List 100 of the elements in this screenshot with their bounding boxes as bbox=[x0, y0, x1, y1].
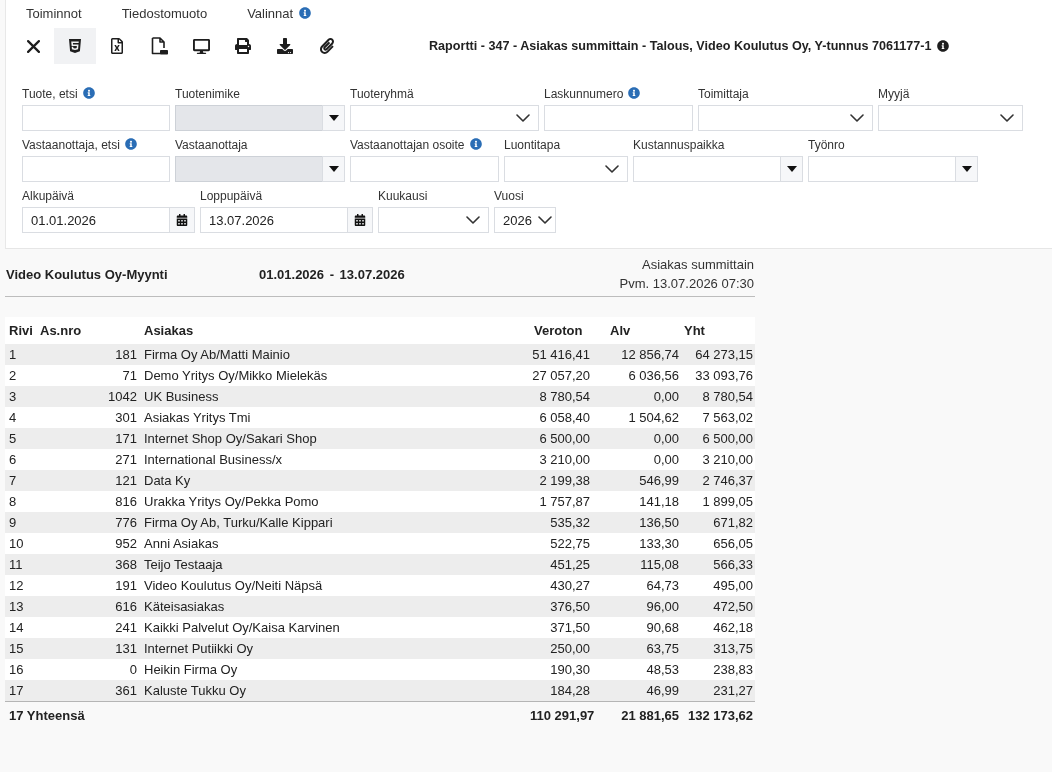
printer-icon bbox=[235, 38, 251, 54]
date-range: 01.01.2026 - 13.07.2026 bbox=[259, 266, 405, 282]
table-cell: 472,50 bbox=[683, 596, 755, 617]
field-label: Vastaanottaja, etsi bbox=[22, 138, 120, 152]
table-cell: 9 bbox=[5, 512, 37, 533]
table-cell: 6 500,00 bbox=[683, 428, 755, 449]
field-label: Tuoteryhmä bbox=[350, 87, 414, 101]
column-header: Veroton bbox=[530, 317, 594, 344]
table-cell: 371,50 bbox=[530, 617, 594, 638]
table-cell: Urakka Yritys Oy/Pekka Pomo bbox=[140, 491, 530, 512]
table-cell: 8 780,54 bbox=[530, 386, 594, 407]
date-field[interactable]: 01.01.2026 bbox=[22, 207, 169, 233]
table-cell: 313,75 bbox=[683, 638, 755, 659]
table-cell: 368 bbox=[37, 554, 140, 575]
table-cell: Data Ky bbox=[140, 470, 530, 491]
table-cell: Internet Shop Oy/Sakari Shop bbox=[140, 428, 530, 449]
field-label: Kustannuspaikka bbox=[633, 138, 725, 152]
table-cell: Firma Oy Ab/Matti Mainio bbox=[140, 344, 530, 365]
paperclip-icon bbox=[319, 38, 335, 54]
combo-field[interactable] bbox=[633, 156, 780, 182]
report-type: Asiakas summittain bbox=[642, 256, 754, 274]
text-field[interactable] bbox=[22, 156, 170, 182]
menu-item[interactable]: Toiminnot bbox=[6, 5, 102, 21]
select-field[interactable]: 2026 bbox=[494, 207, 556, 233]
table-cell: 2 bbox=[5, 365, 37, 386]
dropdown-button[interactable] bbox=[955, 156, 978, 182]
table-cell: Anni Asiakas bbox=[140, 533, 530, 554]
table-cell: 1 899,05 bbox=[683, 491, 755, 512]
select-field[interactable] bbox=[350, 105, 539, 131]
dropdown-button[interactable] bbox=[322, 156, 345, 182]
table-cell: 5 bbox=[5, 428, 37, 449]
table-cell: 14 bbox=[5, 617, 37, 638]
column-header: As.nro bbox=[37, 317, 140, 344]
table-cell: 141,18 bbox=[594, 491, 683, 512]
table-cell: 2 199,38 bbox=[530, 470, 594, 491]
table-cell: 15 bbox=[5, 638, 37, 659]
table-cell: 181 bbox=[37, 344, 140, 365]
field-label: Laskunnumero bbox=[544, 87, 624, 101]
table-cell: 4 bbox=[5, 407, 37, 428]
shield-icon bbox=[67, 38, 83, 54]
table-cell: 13 bbox=[5, 596, 37, 617]
table-cell: 191 bbox=[37, 575, 140, 596]
table-cell: 90,68 bbox=[594, 617, 683, 638]
table-cell: 546,99 bbox=[594, 470, 683, 491]
table-cell: 0,00 bbox=[594, 386, 683, 407]
text-field[interactable] bbox=[544, 105, 693, 131]
table-cell: 131 bbox=[37, 638, 140, 659]
chevron-icon bbox=[605, 165, 619, 173]
table-cell: 361 bbox=[37, 680, 140, 701]
table-cell: Kaikki Palvelut Oy/Kaisa Karvinen bbox=[140, 617, 530, 638]
combo-field[interactable] bbox=[808, 156, 955, 182]
table-cell: 522,75 bbox=[530, 533, 594, 554]
table-cell: 495,00 bbox=[683, 575, 755, 596]
select-field[interactable] bbox=[878, 105, 1023, 131]
table-cell: 12 856,74 bbox=[594, 344, 683, 365]
table-cell: 231,27 bbox=[683, 680, 755, 701]
field-label: Vastaanottaja bbox=[175, 138, 248, 152]
table-cell: 7 563,02 bbox=[683, 407, 755, 428]
calendar-button[interactable] bbox=[169, 207, 195, 233]
table-cell: 616 bbox=[37, 596, 140, 617]
download-icon bbox=[277, 38, 293, 54]
text-field[interactable] bbox=[22, 105, 170, 131]
table-cell: 271 bbox=[37, 449, 140, 470]
table-cell: 6 bbox=[5, 449, 37, 470]
chevron-icon bbox=[850, 114, 864, 122]
monitor-icon bbox=[192, 37, 210, 55]
table-cell: 250,00 bbox=[530, 638, 594, 659]
table-cell: Demo Yritys Oy/Mikko Mielekäs bbox=[140, 365, 530, 386]
table-cell: 776 bbox=[37, 512, 140, 533]
select-field[interactable] bbox=[504, 156, 628, 182]
table-cell: 16 bbox=[5, 659, 37, 680]
menu-item[interactable]: Valinnat bbox=[227, 5, 332, 21]
table-cell: 136,50 bbox=[594, 512, 683, 533]
table-cell: Käteisasiakas bbox=[140, 596, 530, 617]
chevron-icon bbox=[466, 216, 480, 224]
date-field[interactable]: 13.07.2026 bbox=[200, 207, 347, 233]
table-cell: 1042 bbox=[37, 386, 140, 407]
text-field[interactable] bbox=[350, 156, 499, 182]
field-label: Tuote, etsi bbox=[22, 87, 78, 101]
select-field[interactable] bbox=[378, 207, 489, 233]
calendar-icon bbox=[354, 214, 366, 226]
html-button[interactable] bbox=[54, 28, 96, 64]
dropdown-button[interactable] bbox=[322, 105, 345, 131]
table-cell: 8 bbox=[5, 491, 37, 512]
menu-item[interactable]: Tiedostomuoto bbox=[101, 5, 228, 21]
dropdown-button[interactable] bbox=[780, 156, 803, 182]
table-cell: 535,32 bbox=[530, 512, 594, 533]
caret-icon bbox=[786, 166, 797, 172]
field-label: Tuotenimike bbox=[175, 87, 240, 101]
table-cell: 7 bbox=[5, 470, 37, 491]
file-label-icon bbox=[150, 37, 168, 55]
table-cell: Internet Putiikki Oy bbox=[140, 638, 530, 659]
table-cell: 115,08 bbox=[594, 554, 683, 575]
table-cell: 133,30 bbox=[594, 533, 683, 554]
field-label: Myyjä bbox=[878, 87, 910, 101]
table-cell: 27 057,20 bbox=[530, 365, 594, 386]
calendar-button[interactable] bbox=[347, 207, 373, 233]
field-label: Toimittaja bbox=[698, 87, 749, 101]
select-field[interactable] bbox=[698, 105, 873, 131]
field-label: Vuosi bbox=[494, 189, 524, 203]
